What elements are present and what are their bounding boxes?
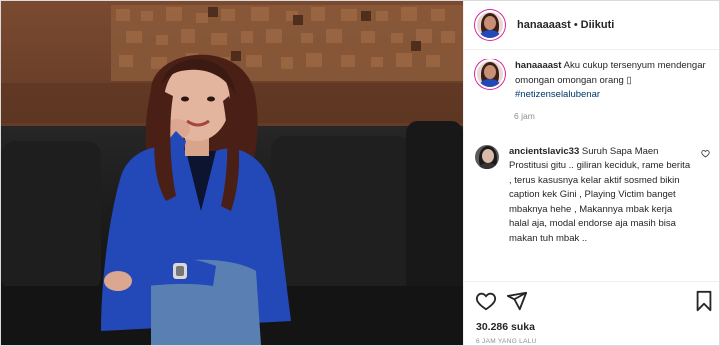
comments-section[interactable]: hanaaaast Aku cukup tersenyum mendengar …: [464, 59, 719, 281]
instagram-post: hanaaaast • Diikuti hanaaaast Aku cukup …: [0, 0, 720, 346]
comment-like-icon[interactable]: [701, 149, 710, 158]
post-sidebar: hanaaaast • Diikuti hanaaaast Aku cukup …: [463, 1, 719, 345]
avatar[interactable]: [475, 10, 505, 40]
comment-body: Suruh Sapa Maen Prostitusi gitu .. gilir…: [509, 145, 691, 244]
comment-text: ancientslavic33 Suruh Sapa Maen Prostitu…: [509, 145, 708, 247]
caption-hashtag[interactable]: #netizenselalubenar: [515, 89, 600, 100]
caption-time[interactable]: 6 jam: [514, 111, 719, 121]
bookmark-icon[interactable]: [693, 290, 715, 312]
follow-status-button[interactable]: Diikuti: [581, 19, 615, 31]
likes-count[interactable]: 30.286 suka: [476, 321, 535, 333]
caption-emoji: ▯: [626, 74, 632, 86]
caption-username[interactable]: hanaaaast: [515, 60, 561, 71]
photo-illustration: [1, 1, 463, 345]
post-header: hanaaaast • Diikuti: [464, 1, 719, 50]
commenter-avatar[interactable]: [475, 144, 499, 169]
post-actions: 30.286 suka 6 JAM YANG LALU: [464, 281, 719, 345]
posted-time[interactable]: 6 JAM YANG LALU: [476, 338, 537, 345]
share-icon[interactable]: [506, 290, 528, 312]
comment-item: ancientslavic33 Suruh Sapa Maen Prostitu…: [464, 144, 719, 247]
caption-avatar[interactable]: [475, 59, 505, 89]
comment-username[interactable]: ancientslavic33: [509, 146, 579, 157]
header-separator: •: [573, 19, 578, 31]
caption-text: hanaaaast Aku cukup tersenyum mendengar …: [515, 59, 708, 103]
caption: hanaaaast Aku cukup tersenyum mendengar …: [464, 59, 719, 103]
header-username[interactable]: hanaaaast: [517, 19, 571, 31]
heart-icon[interactable]: [475, 290, 497, 312]
post-photo[interactable]: [1, 1, 463, 345]
